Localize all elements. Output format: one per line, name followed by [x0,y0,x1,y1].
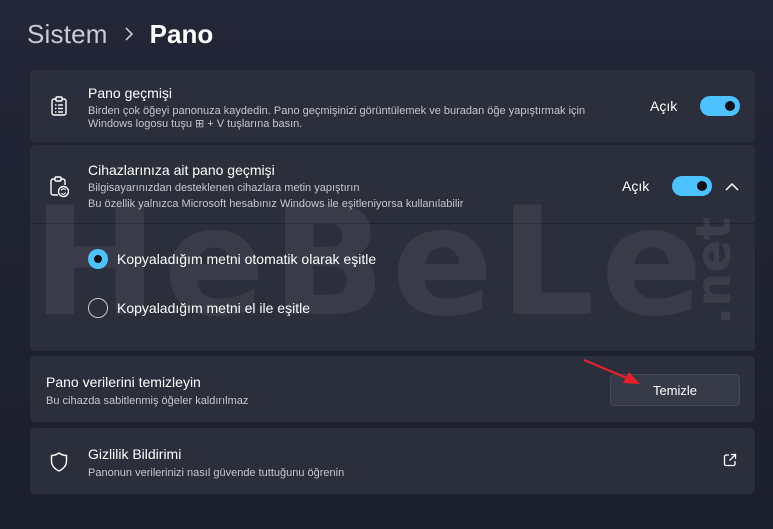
toggle-knob [697,181,707,191]
clipboard-list-icon [48,95,70,117]
annotation-arrow-icon [583,358,640,384]
clipboard-sync-icon [48,175,70,199]
device-sync-title: Cihazlarınıza ait pano geçmişi [88,162,275,178]
breadcrumb-parent-system[interactable]: Sistem [27,19,108,50]
sync-option-manual-label: Kopyaladığım metni el ile eşitle [117,300,310,316]
sync-option-manual[interactable]: Kopyaladığım metni el ile eşitle [88,298,310,318]
clipboard-history-title: Pano geçmişi [88,85,173,101]
privacy-card[interactable]: Gizlilik Bildirimi Panonun verilerinizi … [30,428,755,494]
device-sync-description-2: Bu özellik yalnızca Microsoft hesabınız … [88,198,464,210]
device-sync-toggle-label: Açık [622,178,650,194]
device-sync-description-1: Bilgisayarınızdan desteklenen cihazlara … [88,182,360,194]
clipboard-history-card: Pano geçmişi Birden çok öğeyi panonuza k… [30,70,755,142]
radio-button-selected[interactable] [88,249,108,269]
chevron-right-icon [122,27,136,41]
toggle-knob [725,101,735,111]
sync-option-automatic-label: Kopyaladığım metni otomatik olarak eşitl… [117,251,377,267]
clipboard-history-toggle-label: Açık [650,98,678,114]
sync-option-automatic[interactable]: Kopyaladığım metni otomatik olarak eşitl… [88,249,376,269]
chevron-up-icon[interactable] [724,178,740,194]
clear-data-description: Bu cihazda sabitlenmiş öğeler kaldırılma… [46,395,249,407]
clear-data-title: Pano verilerini temizleyin [46,374,201,390]
section-divider [30,223,755,224]
breadcrumb: Sistem Pano [27,14,213,54]
external-link-icon[interactable] [722,452,738,468]
device-sync-card: Cihazlarınıza ait pano geçmişi Bilgisaya… [30,145,755,351]
privacy-title: Gizlilik Bildirimi [88,446,182,462]
clipboard-history-toggle[interactable] [700,96,740,116]
privacy-description: Panonun verilerinizi nasıl güvende tuttu… [88,467,345,479]
clipboard-history-description-2: Windows logosu tuşu ⊞ + V tuşlarına bası… [88,118,303,130]
shield-icon [48,450,70,474]
radio-button[interactable] [88,298,108,318]
device-sync-toggle[interactable] [672,176,712,196]
page-title: Pano [149,18,214,49]
clipboard-history-description-1: Birden çok öğeyi panonuza kaydedin. Pano… [88,105,586,117]
